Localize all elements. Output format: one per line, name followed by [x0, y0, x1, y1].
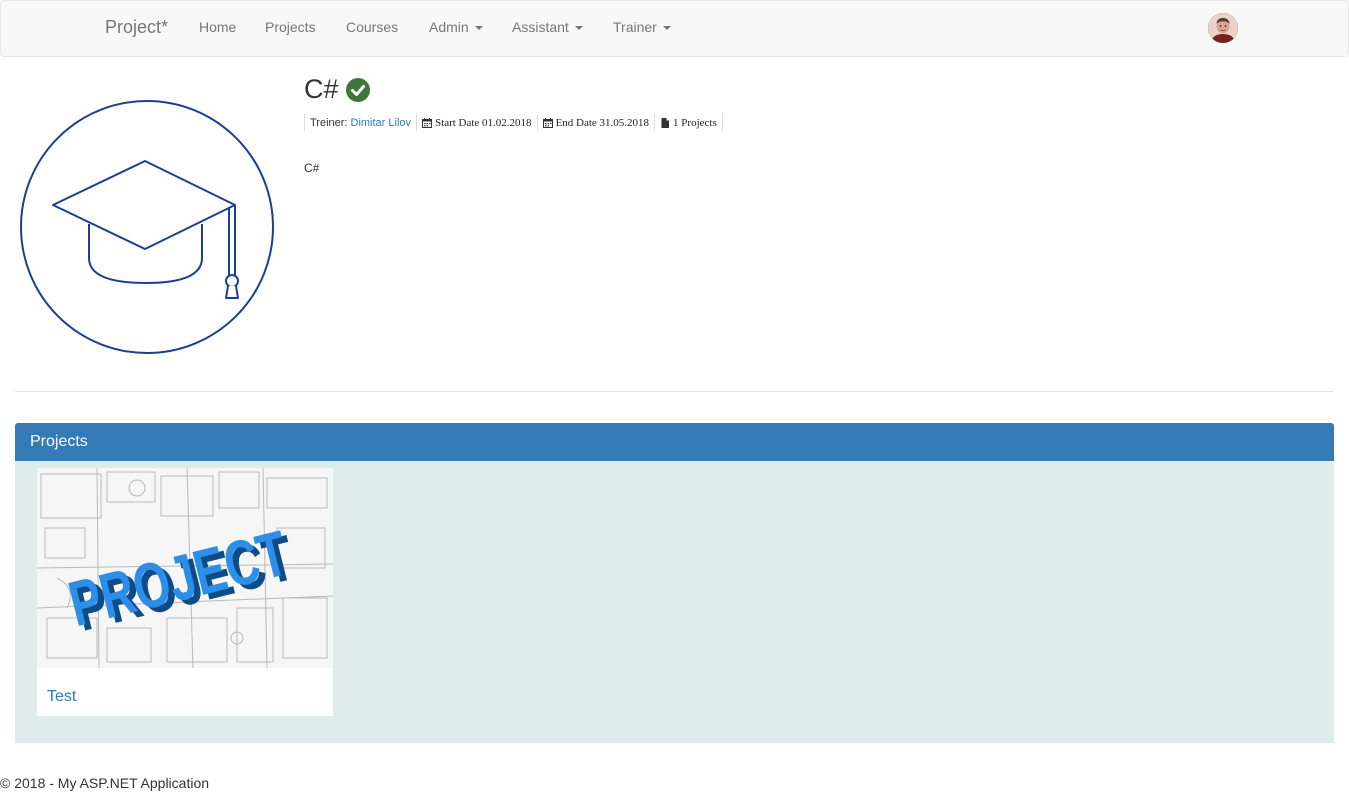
- graduation-cap-icon: [20, 100, 274, 354]
- user-avatar-icon: [1208, 13, 1238, 43]
- course-meta: Treiner: Dimitar Lilov Start Date 01.02.…: [304, 114, 723, 131]
- course-title-text: C#: [304, 74, 339, 104]
- nav-trainer-label: Trainer: [613, 19, 657, 35]
- file-icon: [661, 117, 670, 128]
- projects-count-text: 1 Projects: [673, 116, 717, 129]
- trainer-label: Treiner:: [310, 116, 348, 129]
- nav-home[interactable]: Home: [199, 19, 236, 35]
- caret-down-icon: [474, 26, 483, 31]
- project-name-link[interactable]: Test: [47, 688, 76, 706]
- check-circle-icon: [345, 77, 370, 102]
- nav-admin-label: Admin: [429, 19, 469, 35]
- meta-start-date: Start Date 01.02.2018: [416, 114, 537, 131]
- top-navbar: Project* Home Projects Courses Admin Ass…: [0, 0, 1349, 57]
- calendar-icon: [422, 117, 433, 128]
- meta-projects-count: 1 Projects: [654, 114, 723, 131]
- project-thumbnail[interactable]: PROJECT PROJECT: [37, 468, 333, 668]
- project-card[interactable]: PROJECT PROJECT Test: [37, 468, 333, 716]
- meta-trainer: Treiner: Dimitar Lilov: [304, 114, 416, 131]
- nav-assistant-dropdown[interactable]: Assistant: [512, 19, 583, 35]
- projects-panel-body: PROJECT PROJECT Test: [15, 461, 1334, 743]
- nav-projects[interactable]: Projects: [265, 19, 316, 35]
- nav-assistant-label: Assistant: [512, 19, 569, 35]
- footer-text: © 2018 - My ASP.NET Application: [0, 775, 210, 791]
- nav-admin-dropdown[interactable]: Admin: [429, 19, 483, 35]
- course-title: C#: [304, 74, 370, 105]
- section-divider: [15, 391, 1334, 392]
- nav-trainer-dropdown[interactable]: Trainer: [613, 19, 671, 35]
- meta-end-date: End Date 31.05.2018: [536, 114, 654, 131]
- projects-panel-title: Projects: [30, 433, 88, 450]
- user-avatar[interactable]: [1208, 13, 1238, 43]
- project-blueprint-image: PROJECT PROJECT: [37, 468, 333, 668]
- nav-courses[interactable]: Courses: [346, 19, 398, 35]
- caret-down-icon: [574, 26, 583, 31]
- course-description: C#: [304, 161, 320, 175]
- trainer-link[interactable]: Dimitar Lilov: [351, 117, 412, 129]
- start-date-text: Start Date 01.02.2018: [435, 116, 532, 129]
- brand-link[interactable]: Project*: [105, 17, 168, 38]
- caret-down-icon: [662, 26, 671, 31]
- end-date-text: End Date 31.05.2018: [555, 116, 650, 129]
- projects-panel-heading: Projects: [15, 423, 1334, 461]
- calendar-icon: [542, 117, 553, 128]
